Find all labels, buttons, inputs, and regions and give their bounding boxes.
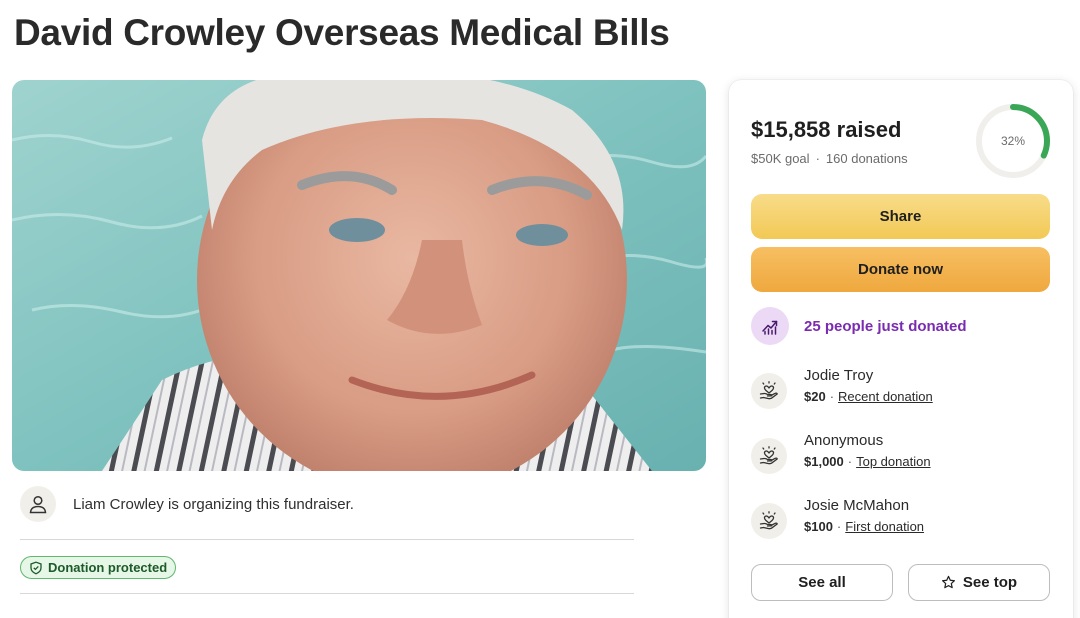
organizer-text: Liam Crowley is organizing this fundrais…: [73, 496, 354, 513]
donor-name: Jodie Troy: [804, 367, 874, 384]
recent-activity-label: 25 people just donated: [804, 317, 967, 335]
see-top-label: See top: [962, 574, 1018, 591]
donor-name: Anonymous: [804, 432, 884, 449]
donor-item: Anonymous $1,000 · Top donation: [751, 432, 931, 476]
donor-amount: $1,000: [804, 454, 844, 469]
donor-amount: $20: [804, 389, 826, 404]
recent-activity: 25 people just donated: [751, 307, 967, 345]
donation-count: 160 donations: [825, 151, 908, 166]
star-icon: [941, 575, 955, 589]
donor-item: Jodie Troy $20 · Recent donation: [751, 367, 933, 411]
donation-type-link[interactable]: First donation: [845, 519, 924, 534]
donation-card: $15,858 raised $50K goal · 160 donations 3…: [729, 80, 1073, 618]
donation-type-link[interactable]: Recent donation: [838, 389, 933, 404]
donor-item: Josie McMahon $100 · First donation: [751, 497, 924, 541]
see-top-button[interactable]: See top: [908, 564, 1050, 601]
shield-icon: [30, 561, 42, 575]
donor-separator: ·: [836, 519, 842, 534]
goal-and-count: $50K goal · 160 donations: [751, 151, 908, 166]
see-all-button[interactable]: See all: [751, 564, 893, 601]
donor-name: Josie McMahon: [804, 497, 910, 514]
donation-type-link[interactable]: Top donation: [856, 454, 930, 469]
heart-hand-icon: [751, 503, 787, 539]
amount-raised: $15,858 raised: [751, 117, 902, 142]
campaign-photo[interactable]: [12, 80, 706, 471]
user-icon: [20, 486, 56, 522]
see-all-label: See all: [798, 574, 846, 591]
campaign-photo-image: [12, 80, 706, 471]
donate-now-button[interactable]: Donate now: [751, 247, 1050, 292]
heart-hand-icon: [751, 373, 787, 409]
progress-ring: 32%: [973, 101, 1053, 181]
goal-text: $50K goal: [751, 151, 810, 166]
separator-dot: ·: [815, 151, 820, 166]
protection-row: Donation protected: [20, 541, 634, 594]
progress-percent: 32%: [1000, 134, 1026, 148]
donation-protected-badge[interactable]: Donation protected: [20, 556, 177, 579]
trending-up-icon: [751, 307, 789, 345]
donation-protected-label: Donation protected: [48, 560, 168, 575]
organizer-row: Liam Crowley is organizing this fundrais…: [20, 486, 634, 540]
heart-hand-icon: [751, 438, 787, 474]
donor-amount: $100: [804, 519, 833, 534]
donor-separator: ·: [829, 389, 835, 404]
donor-separator: ·: [847, 454, 853, 469]
page-title: David Crowley Overseas Medical Bills: [14, 12, 670, 53]
share-button[interactable]: Share: [751, 194, 1050, 239]
